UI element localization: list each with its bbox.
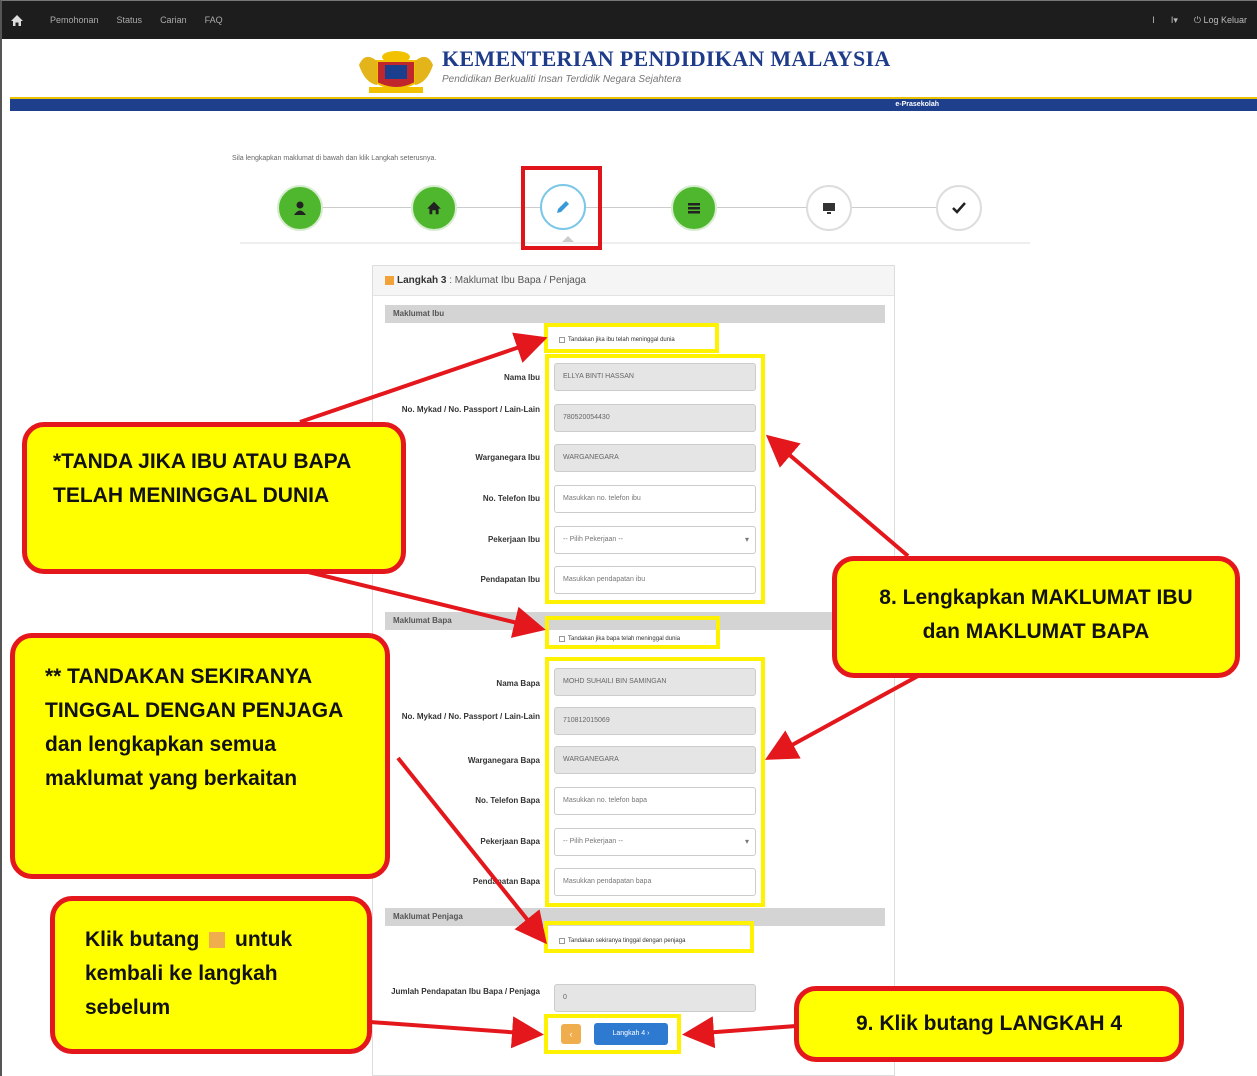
home-icon	[427, 201, 441, 215]
navbar-right: I I▾ ⏻ Log Keluar	[1152, 1, 1247, 39]
steps-connector	[300, 207, 980, 208]
label-pekerjaan-bapa: Pekerjaan Bapa	[480, 837, 540, 846]
highlight-checkbox-penjaga	[544, 921, 754, 953]
highlight-checkbox-bapa	[545, 616, 720, 649]
label-mykad-ibu: No. Mykad / No. Passport / Lain-Lain	[401, 405, 540, 414]
home-icon[interactable]	[2, 14, 32, 27]
nav-link-faq[interactable]: FAQ	[205, 15, 223, 25]
site-header: KEMENTERIAN PENDIDIKAN MALAYSIA Pendidik…	[10, 39, 1257, 97]
highlight-fields-bapa	[545, 657, 765, 907]
instruction-text: Sila lengkapkan maklumat di bawah dan kl…	[232, 155, 437, 162]
nav-link-status[interactable]: Status	[117, 15, 143, 25]
step-2-home[interactable]	[411, 185, 457, 231]
step-4-list[interactable]	[671, 185, 717, 231]
callout-tanda-meninggal: *TANDA JIKA IBU ATAU BAPA TELAH MENINGGA…	[22, 422, 406, 574]
header-blue-bar: e-Prasekolah	[10, 97, 1257, 111]
label-warganegara-bapa: Warganegara Bapa	[467, 756, 540, 765]
label-telefon-bapa: No. Telefon Bapa	[475, 796, 540, 805]
label-jumlah-pendapatan: Jumlah Pendapatan Ibu Bapa / Penjaga	[391, 987, 540, 996]
label-pendapatan-bapa: Pendapatan Bapa	[472, 877, 540, 886]
callout-klik-text-before: Klik butang	[85, 928, 206, 951]
callout-lengkapkan: 8. Lengkapkan MAKLUMAT IBU dan MAKLUMAT …	[832, 556, 1240, 678]
label-mykad-bapa: No. Mykad / No. Passport / Lain-Lain	[401, 712, 540, 721]
callout-langkah-4: 9. Klik butang LANGKAH 4	[794, 986, 1184, 1062]
step-6-check[interactable]	[936, 185, 982, 231]
list-icon	[688, 203, 700, 214]
check-icon	[952, 202, 966, 214]
label-nama-bapa: Nama Bapa	[496, 679, 540, 688]
callout-penjaga: ** TANDAKAN SEKIRANYA TINGGAL DENGAN PEN…	[10, 633, 390, 879]
step-1-user[interactable]	[277, 185, 323, 231]
monitor-icon	[823, 203, 835, 214]
system-name: e-Prasekolah	[895, 101, 939, 108]
user-icon	[294, 201, 306, 215]
input-jumlah-pendapatan[interactable]: 0	[554, 984, 756, 1012]
step-5-monitor[interactable]	[806, 185, 852, 231]
panel-title: Langkah 3 : Maklumat Ibu Bapa / Penjaga	[373, 266, 894, 296]
back-button-icon	[209, 932, 226, 949]
highlight-buttons	[544, 1014, 681, 1054]
logout-link[interactable]: ⏻ Log Keluar	[1194, 15, 1247, 26]
steps-divider	[240, 242, 1030, 244]
label-nama-ibu: Nama Ibu	[503, 373, 540, 382]
label-pendapatan-ibu: Pendapatan Ibu	[480, 575, 540, 584]
highlight-checkbox-ibu	[544, 323, 719, 353]
nav-link-carian[interactable]: Carian	[160, 15, 187, 25]
callout-klik-kembali: Klik butang untuk kembali ke langkah seb…	[50, 896, 372, 1054]
step-label: Langkah 3	[397, 275, 447, 286]
nav-link-pemohonan[interactable]: Pemohonan	[50, 15, 99, 25]
current-step-caret	[562, 236, 574, 242]
ministry-tagline: Pendidikan Berkualiti Insan Terdidik Neg…	[442, 74, 682, 85]
coat-of-arms-logo	[355, 45, 437, 95]
section-maklumat-ibu: Maklumat Ibu	[385, 305, 885, 323]
top-navbar: Pemohonan Status Carian FAQ I I▾ ⏻ Log K…	[2, 1, 1257, 39]
ministry-title: KEMENTERIAN PENDIDIKAN MALAYSIA	[442, 46, 891, 71]
user-menu-dropdown[interactable]: I▾	[1171, 15, 1178, 26]
highlight-fields-ibu	[545, 354, 765, 604]
folder-icon	[385, 275, 394, 285]
step-title: : Maklumat Ibu Bapa / Penjaga	[446, 275, 586, 286]
user-icon[interactable]: I	[1152, 15, 1155, 25]
